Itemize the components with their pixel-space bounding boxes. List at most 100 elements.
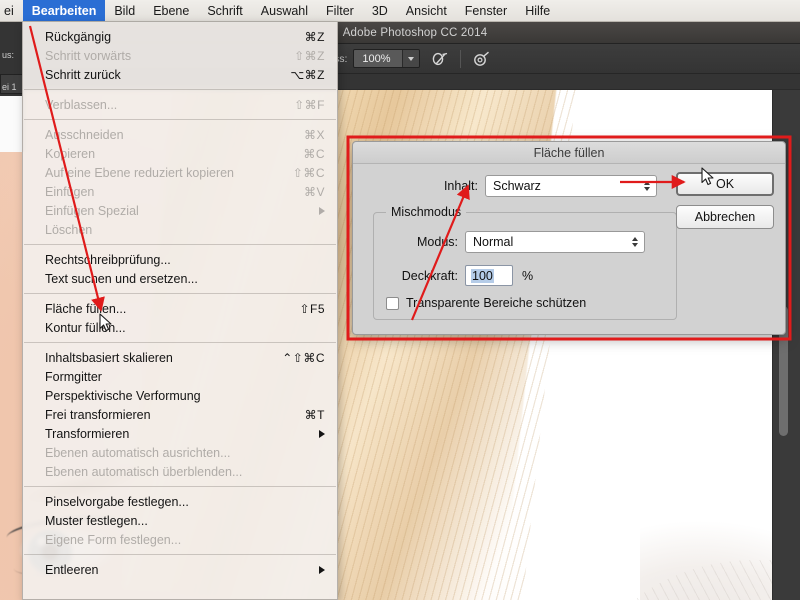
preserve-transparency-row[interactable]: Transparente Bereiche schützen xyxy=(374,296,676,310)
menu-item-label: Ebenen automatisch ausrichten... xyxy=(45,445,231,460)
cursor-pointer-menu xyxy=(99,313,112,332)
menu-item-transformieren[interactable]: Transformieren xyxy=(23,424,337,443)
menu-item-einfügen: Einfügen ⌘V xyxy=(23,182,337,201)
menubar-item-fenster[interactable]: Fenster xyxy=(456,0,516,21)
menu-item-kopieren: Kopieren ⌘C xyxy=(23,144,337,163)
menu-item-text-suchen-und-ersetzen[interactable]: Text suchen und ersetzen... xyxy=(23,269,337,288)
screenshot-root: Adobe Photoshop CC 2014 ss: 100% us: ei … xyxy=(0,0,800,600)
menu-item-label: Rückgängig xyxy=(45,29,112,44)
menubar-item-bearbeiten[interactable]: Bearbeiten xyxy=(22,0,106,21)
mode-select-value: Normal xyxy=(473,235,514,249)
menu-item-label: Schritt vorwärts xyxy=(45,48,132,63)
menu-item-label: Perspektivische Verformung xyxy=(45,388,201,403)
menu-item-shortcut: ⇧⌘F xyxy=(294,97,325,112)
preserve-transparency-label: Transparente Bereiche schützen xyxy=(406,296,587,310)
left-fragment-line1: us: xyxy=(2,50,15,60)
menu-item-shortcut: ⌃⇧⌘C xyxy=(282,350,325,365)
menubar-item-hilfe[interactable]: Hilfe xyxy=(516,0,559,21)
menu-item-label: Frei transformieren xyxy=(45,407,151,422)
menu-item-shortcut: ⌘T xyxy=(304,407,325,422)
menu-separator xyxy=(24,293,336,294)
menu-item-shortcut: ⌘V xyxy=(303,184,325,199)
menubar-item-3d[interactable]: 3D xyxy=(363,0,397,21)
opacity-input-value: 100 xyxy=(471,268,494,283)
chevron-down-icon[interactable] xyxy=(402,50,420,67)
blend-mode-group: Mischmodus Modus: Normal Deckkraft: 100 … xyxy=(373,205,677,320)
menu-item-löschen: Löschen xyxy=(23,220,337,239)
opacity-combo[interactable]: 100% xyxy=(353,49,421,68)
submenu-arrow-icon xyxy=(319,565,325,574)
menu-item-kontur-füllen[interactable]: Kontur füllen... xyxy=(23,318,337,337)
menu-item-shortcut: ⇧⌘Z xyxy=(294,48,325,63)
menu-item-rückgängig[interactable]: Rückgängig ⌘Z xyxy=(23,27,337,46)
menubar-item-filter[interactable]: Filter xyxy=(317,0,363,21)
menu-item-auf-eine-ebene-reduziert-kopieren: Auf eine Ebene reduziert kopieren ⇧⌘C xyxy=(23,163,337,182)
blend-mode-legend: Mischmodus xyxy=(386,205,467,219)
menu-item-schritt-zurück[interactable]: Schritt zurück ⌥⌘Z xyxy=(23,65,337,84)
menu-item-label: Ebenen automatisch überblenden... xyxy=(45,464,243,479)
content-label: Inhalt: xyxy=(443,179,478,193)
menu-item-shortcut: ⌘C xyxy=(303,146,325,161)
menu-item-label: Transformieren xyxy=(45,426,130,441)
menu-item-shortcut: ⌥⌘Z xyxy=(290,67,325,82)
opacity-value: 100% xyxy=(354,50,403,67)
menu-item-label: Auf eine Ebene reduziert kopieren xyxy=(45,165,235,180)
menu-separator xyxy=(24,342,336,343)
submenu-arrow-icon xyxy=(319,429,325,438)
menu-item-pinselvorgabe-festlegen[interactable]: Pinselvorgabe festlegen... xyxy=(23,492,337,511)
menu-item-perspektivische-verformung[interactable]: Perspektivische Verformung xyxy=(23,386,337,405)
menu-item-label: Muster festlegen... xyxy=(45,513,148,528)
content-select-value: Schwarz xyxy=(493,179,541,193)
stepper-icon[interactable] xyxy=(632,237,638,247)
menu-separator xyxy=(24,486,336,487)
airbrush-icon[interactable] xyxy=(428,48,454,70)
submenu-arrow-icon xyxy=(319,206,325,215)
menu-item-label: Inhaltsbasiert skalieren xyxy=(45,350,173,365)
menu-item-shortcut: ⌘Z xyxy=(304,29,325,44)
fill-dialog[interactable]: Fläche füllen Inhalt: Schwarz Mischmodus… xyxy=(352,141,786,335)
opacity-input[interactable]: 100 xyxy=(465,265,513,286)
menu-item-rechtschreibprüfung[interactable]: Rechtschreibprüfung... xyxy=(23,250,337,269)
target-icon[interactable] xyxy=(469,48,495,70)
menubar-item-schrift[interactable]: Schrift xyxy=(198,0,251,21)
menubar-item-ei[interactable]: ei xyxy=(0,0,23,21)
menu-item-label: Entleeren xyxy=(45,562,99,577)
menu-item-label: Rechtschreibprüfung... xyxy=(45,252,171,267)
menu-item-frei-transformieren[interactable]: Frei transformieren ⌘T xyxy=(23,405,337,424)
content-select[interactable]: Schwarz xyxy=(485,175,657,197)
cancel-button[interactable]: Abbrechen xyxy=(676,205,774,229)
app-title: Adobe Photoshop CC 2014 xyxy=(342,26,488,39)
menu-item-entleeren[interactable]: Entleeren xyxy=(23,560,337,579)
edit-menu-dropdown[interactable]: Rückgängig ⌘Z Schritt vorwärts ⇧⌘Z Schritt z… xyxy=(22,22,338,600)
cursor-pointer-ok xyxy=(701,167,714,186)
menu-item-ebenen-automatisch-überblenden: Ebenen automatisch überblenden... xyxy=(23,462,337,481)
stepper-icon[interactable] xyxy=(644,181,650,191)
menu-separator xyxy=(24,244,336,245)
menubar-item-bild[interactable]: Bild xyxy=(105,0,144,21)
mode-select[interactable]: Normal xyxy=(465,231,645,253)
menu-separator xyxy=(24,119,336,120)
ok-button-label: OK xyxy=(715,177,735,191)
ok-button[interactable]: OK xyxy=(676,172,774,196)
menu-item-label: Verblassen... xyxy=(45,97,118,112)
menu-item-ausschneiden: Ausschneiden ⌘X xyxy=(23,125,337,144)
menu-item-label: Text suchen und ersetzen... xyxy=(45,271,198,286)
menu-item-formgitter[interactable]: Formgitter xyxy=(23,367,337,386)
menu-item-label: Kontur füllen... xyxy=(45,320,126,335)
left-canvas-edge xyxy=(0,96,22,152)
opacity-row: Deckkraft: 100 % xyxy=(374,265,676,286)
menu-item-label: Einfügen xyxy=(45,184,95,199)
menu-item-eigene-form-festlegen: Eigene Form festlegen... xyxy=(23,530,337,549)
menu-item-label: Einfügen Spezial xyxy=(45,203,139,218)
preserve-transparency-checkbox[interactable] xyxy=(386,296,399,310)
mode-label: Modus: xyxy=(417,235,458,249)
menu-item-muster-festlegen[interactable]: Muster festlegen... xyxy=(23,511,337,530)
menubar-item-auswahl[interactable]: Auswahl xyxy=(252,0,317,21)
menu-item-label: Eigene Form festlegen... xyxy=(45,532,182,547)
menu-item-shortcut: ⌘X xyxy=(303,127,325,142)
menu-item-fläche-füllen[interactable]: Fläche füllen... ⇧F5 xyxy=(23,299,337,318)
menubar-item-ansicht[interactable]: Ansicht xyxy=(397,0,456,21)
menu-item-label: Pinselvorgabe festlegen... xyxy=(45,494,189,509)
menubar-item-ebene[interactable]: Ebene xyxy=(144,0,198,21)
menu-item-inhaltsbasiert-skalieren[interactable]: Inhaltsbasiert skalieren ⌃⇧⌘C xyxy=(23,348,337,367)
